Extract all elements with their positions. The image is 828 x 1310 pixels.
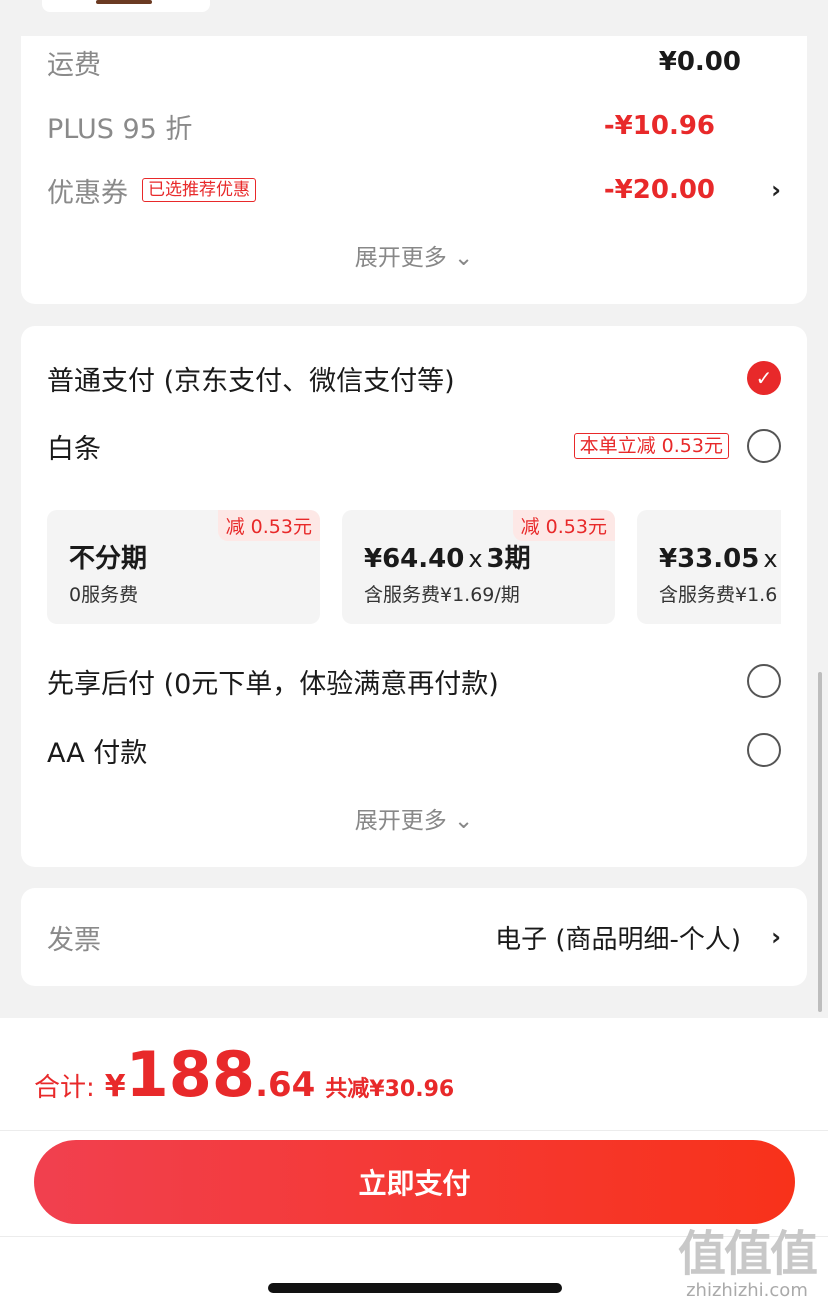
plan-discount-badge: 减 0.53元 — [512, 510, 615, 541]
radio-icon[interactable] — [747, 429, 781, 463]
installment-plan-6[interactable]: ¥33.05x6期 含服务费¥1.6 — [637, 510, 781, 624]
total-label: 合计: — [34, 1073, 95, 1103]
chevron-down-icon: ⌄ — [454, 808, 474, 834]
plus-discount-row: PLUS 95 折 -¥10.96 — [47, 104, 781, 148]
radio-icon[interactable] — [747, 664, 781, 698]
coupon-value: -¥20.00 — [603, 175, 715, 205]
plan-fee: 含服务费¥1.6 — [659, 584, 778, 606]
pay-now-button[interactable]: 立即支付 — [34, 1140, 795, 1224]
product-thumbnail-edge — [42, 0, 210, 12]
invoice-label: 发票 — [47, 924, 101, 956]
plan-title: ¥64.40 x 3期 — [364, 544, 531, 574]
payment-option-normal[interactable]: 普通支付 (京东支付、微信支付等) ✓ — [47, 356, 781, 400]
payment-method-card: 普通支付 (京东支付、微信支付等) ✓ 白条 本单立减 0.53元 减 0.53… — [21, 326, 807, 867]
shipping-value: ¥0.00 — [658, 47, 741, 77]
payment-expand-more[interactable]: 展开更多 ⌄ — [21, 801, 807, 835]
watermark-url: zhizhizhi.com — [686, 1280, 808, 1301]
order-total: 合计: ¥ 188 .64 共减¥30.96 — [34, 1040, 454, 1110]
plan-fee: 0服务费 — [69, 584, 139, 606]
scrollbar[interactable] — [818, 672, 822, 1012]
plus-discount-label: PLUS 95 折 — [47, 113, 193, 145]
currency-symbol: ¥ — [104, 1069, 126, 1104]
price-details-card: 运费 ¥0.00 PLUS 95 折 -¥10.96 优惠券 已选推荐优惠 -¥… — [21, 36, 807, 304]
plan-title: 不分期 — [69, 544, 148, 574]
divider — [0, 1130, 828, 1131]
total-amount-integer: 188 — [125, 1038, 256, 1111]
plus-discount-value: -¥10.96 — [603, 111, 715, 141]
payment-normal-label: 普通支付 (京东支付、微信支付等) — [47, 365, 455, 397]
total-amount-decimal: .64 — [255, 1065, 316, 1105]
installment-plan-none[interactable]: 减 0.53元 不分期 0服务费 — [47, 510, 320, 624]
fees-expand-more[interactable]: 展开更多 ⌄ — [21, 238, 807, 272]
chevron-right-icon: › — [771, 176, 781, 204]
payment-pay-later-label: 先享后付 (0元下单，体验满意再付款) — [47, 668, 499, 700]
baitiao-promo-tag: 本单立减 0.53元 — [573, 433, 729, 459]
installment-plans: 减 0.53元 不分期 0服务费 减 0.53元 ¥64.40 x 3期 含服务费¥… — [47, 508, 781, 626]
radio-icon[interactable] — [747, 733, 781, 767]
chevron-down-icon: ⌄ — [454, 245, 474, 271]
shipping-label: 运费 — [47, 49, 101, 81]
checked-radio-icon[interactable]: ✓ — [747, 361, 781, 395]
home-indicator[interactable] — [268, 1283, 562, 1293]
payment-expand-more-label: 展开更多 — [354, 808, 447, 834]
plan-discount-badge: 减 0.53元 — [217, 510, 320, 541]
plan-title: ¥33.05x6期 — [659, 544, 778, 574]
checkout-footer: 合计: ¥ 188 .64 共减¥30.96 立即支付 值值值 zhizhizh… — [0, 1018, 828, 1310]
top-strip — [0, 0, 828, 36]
payment-option-baitiao[interactable]: 白条 本单立减 0.53元 — [47, 424, 781, 468]
payment-option-aa[interactable]: AA 付款 — [47, 728, 781, 772]
invoice-value: 电子 (商品明细-个人) — [495, 924, 741, 955]
chevron-right-icon: › — [771, 923, 781, 951]
watermark: 值值值 zhizhizhi.com — [677, 1226, 818, 1301]
watermark-logo: 值值值 — [677, 1226, 818, 1282]
fees-expand-more-label: 展开更多 — [354, 245, 447, 271]
plan-fee: 含服务费¥1.69/期 — [364, 584, 520, 606]
invoice-card[interactable]: 发票 电子 (商品明细-个人) › — [21, 888, 807, 986]
invoice-row[interactable]: 发票 电子 (商品明细-个人) › — [47, 915, 781, 959]
payment-baitiao-label: 白条 — [47, 433, 101, 465]
total-saved: 共减¥30.96 — [325, 1077, 455, 1102]
installment-plan-3[interactable]: 减 0.53元 ¥64.40 x 3期 含服务费¥1.69/期 — [342, 510, 615, 624]
coupon-recommend-tag: 已选推荐优惠 — [142, 178, 256, 202]
coupon-row[interactable]: 优惠券 已选推荐优惠 -¥20.00 › — [47, 168, 781, 212]
shipping-row: 运费 ¥0.00 — [47, 40, 781, 84]
coupon-label: 优惠券 — [47, 177, 128, 209]
payment-aa-label: AA 付款 — [47, 737, 148, 769]
payment-option-pay-later[interactable]: 先享后付 (0元下单，体验满意再付款) — [47, 659, 781, 703]
